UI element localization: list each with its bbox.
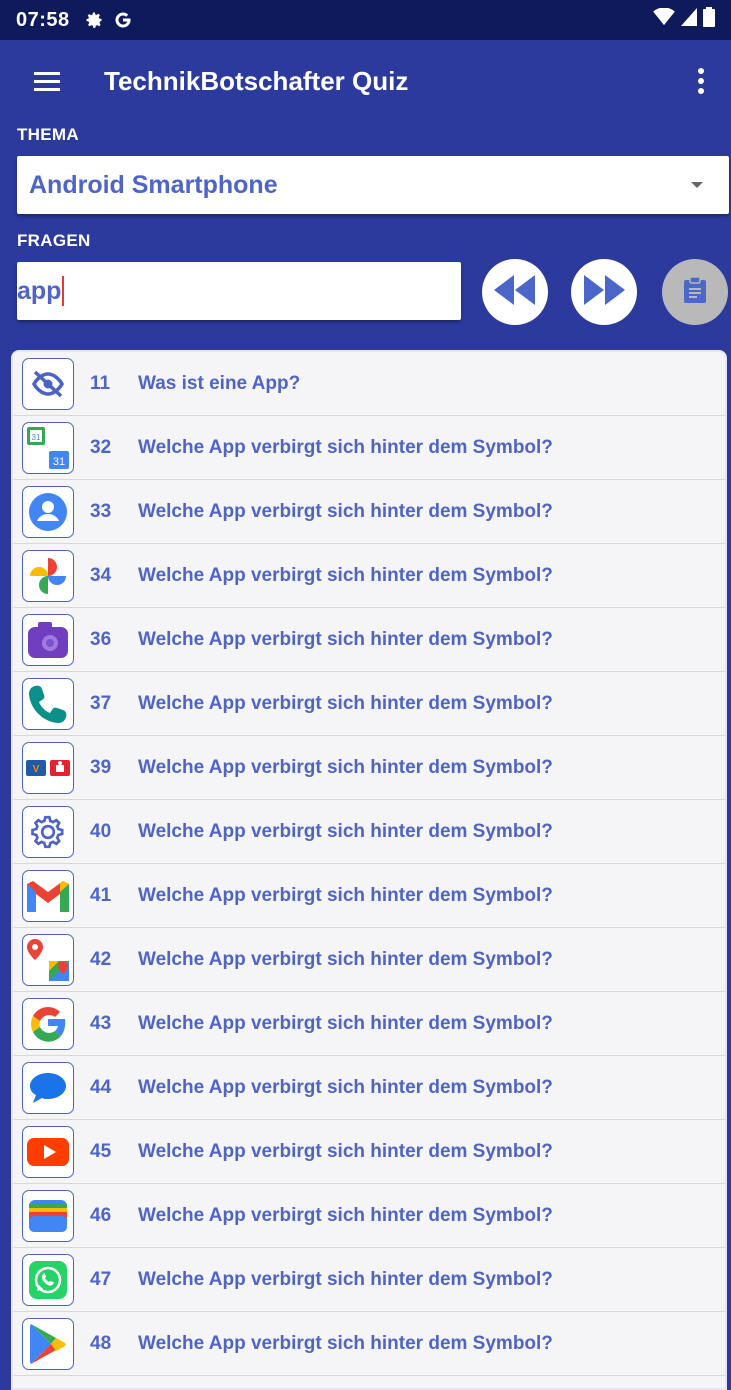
question-number: 34 — [90, 564, 112, 586]
question-number: 43 — [90, 1012, 112, 1034]
calendar-icon: 31 31 — [22, 421, 74, 474]
question-text: Welche App verbirgt sich hinter dem Symb… — [138, 564, 553, 586]
google-g-icon — [114, 11, 132, 29]
question-number: 45 — [90, 1140, 112, 1162]
settings-icon — [22, 805, 74, 858]
banking-icon: V — [22, 741, 74, 794]
clipboard-icon — [684, 275, 706, 308]
app-bar: TechnikBotschafter Quiz — [0, 40, 731, 122]
google-maps-icon — [22, 933, 74, 986]
list-item[interactable]: 45 Welche App verbirgt sich hinter dem Sy… — [13, 1120, 725, 1184]
question-text: Welche App verbirgt sich hinter dem Symb… — [138, 436, 553, 458]
messages-icon — [22, 1061, 74, 1114]
list-item[interactable]: 11 Was ist eine App? — [13, 352, 725, 416]
more-vert-icon[interactable] — [681, 52, 721, 110]
signal-icon — [681, 8, 697, 32]
thema-selected-value: Android Smartphone — [29, 170, 278, 199]
list-item[interactable]: 40 Welche App verbirgt sich hinter dem Sy… — [13, 800, 725, 864]
contacts-icon — [22, 485, 74, 538]
question-number: 44 — [90, 1076, 112, 1098]
question-text: Welche App verbirgt sich hinter dem Symb… — [138, 756, 553, 778]
gmail-icon — [22, 869, 74, 922]
svg-text:31: 31 — [53, 456, 65, 468]
list-item[interactable]: 36 Welche App verbirgt sich hinter dem Sy… — [13, 608, 725, 672]
list-item[interactable]: 34 Welche App verbirgt sich hinter dem Sy… — [13, 544, 725, 608]
battery-icon — [703, 7, 715, 33]
list-item[interactable]: 48 Welche App verbirgt sich hinter dem Sy… — [13, 1312, 725, 1376]
camera-icon — [22, 613, 74, 666]
settings-gear-icon — [84, 10, 104, 30]
google-wallet-icon — [22, 1189, 74, 1242]
fragen-label: FRAGEN — [17, 231, 91, 250]
question-number: 36 — [90, 628, 112, 650]
search-input[interactable]: app — [17, 262, 461, 320]
fast-forward-icon — [583, 274, 625, 310]
question-number: 41 — [90, 884, 112, 906]
question-text: Welche App verbirgt sich hinter dem Symb… — [138, 1012, 553, 1034]
list-item[interactable]: 47 Welche App verbirgt sich hinter dem Sy… — [13, 1248, 725, 1312]
list-item[interactable]: 33 Welche App verbirgt sich hinter dem Sy… — [13, 480, 725, 544]
question-number: 11 — [90, 372, 111, 394]
rewind-icon — [494, 274, 536, 310]
question-number: 39 — [90, 756, 112, 778]
question-number: 47 — [90, 1268, 112, 1290]
svg-text:V: V — [33, 764, 40, 775]
whatsapp-icon — [22, 1253, 74, 1306]
text-cursor — [62, 276, 65, 306]
questions-list[interactable]: 11 Was ist eine App? 31 31 32 Welche App verb… — [11, 350, 727, 1390]
search-value: app — [17, 276, 62, 305]
list-item[interactable]: 46 Welche App verbirgt sich hinter dem Sy… — [13, 1184, 725, 1248]
list-item[interactable]: 41 Welche App verbirgt sich hinter dem Sy… — [13, 864, 725, 928]
chevron-down-icon — [691, 182, 703, 188]
list-item[interactable]: 44 Welche App verbirgt sich hinter dem Sy… — [13, 1056, 725, 1120]
play-store-icon — [22, 1317, 74, 1370]
question-text: Welche App verbirgt sich hinter dem Symb… — [138, 692, 553, 714]
list-item[interactable]: 37 Welche App verbirgt sich hinter dem Sy… — [13, 672, 725, 736]
question-text: Welche App verbirgt sich hinter dem Symb… — [138, 500, 553, 522]
list-item[interactable]: 42 Welche App verbirgt sich hinter dem Sy… — [13, 928, 725, 992]
app-title: TechnikBotschafter Quiz — [104, 65, 409, 96]
question-number: 48 — [90, 1332, 112, 1354]
question-text: Welche App verbirgt sich hinter dem Symb… — [138, 820, 553, 842]
list-item[interactable]: 31 31 32 Welche App verbirgt sich hinter de… — [13, 416, 725, 480]
next-button[interactable] — [571, 259, 637, 325]
question-number: 32 — [90, 436, 112, 458]
question-text: Welche App verbirgt sich hinter dem Symb… — [138, 628, 553, 650]
thema-label: THEMA — [17, 125, 79, 144]
question-number: 37 — [90, 692, 112, 714]
hamburger-menu-icon[interactable] — [18, 52, 76, 110]
eye-off-icon — [22, 357, 74, 410]
question-number: 42 — [90, 948, 112, 970]
question-text: Welche App verbirgt sich hinter dem Symb… — [138, 1332, 553, 1354]
question-text: Welche App verbirgt sich hinter dem Symb… — [138, 948, 553, 970]
question-text: Welche App verbirgt sich hinter dem Symb… — [138, 1204, 553, 1226]
previous-button[interactable] — [482, 259, 548, 325]
list-item[interactable]: 43 Welche App verbirgt sich hinter dem Sy… — [13, 992, 725, 1056]
clipboard-button[interactable] — [662, 259, 728, 325]
question-number: 40 — [90, 820, 112, 842]
phone-icon — [22, 677, 74, 730]
question-text: Welche App verbirgt sich hinter dem Symb… — [138, 1140, 553, 1162]
question-text: Welche App verbirgt sich hinter dem Symb… — [138, 1076, 553, 1098]
thema-select[interactable]: Android Smartphone — [17, 156, 729, 214]
status-bar: 07:58 — [0, 0, 731, 40]
question-number: 46 — [90, 1204, 112, 1226]
wifi-icon — [653, 7, 675, 32]
question-text: Welche App verbirgt sich hinter dem Symb… — [138, 1268, 553, 1290]
question-number: 33 — [90, 500, 112, 522]
status-time: 07:58 — [16, 8, 70, 31]
youtube-icon — [22, 1125, 74, 1178]
question-text: Was ist eine App? — [138, 372, 301, 394]
google-photos-icon — [22, 549, 74, 602]
svg-text:31: 31 — [32, 433, 41, 442]
question-text: Welche App verbirgt sich hinter dem Symb… — [138, 884, 553, 906]
google-icon — [22, 997, 74, 1050]
list-item[interactable]: V 39 Welche App verbirgt sich hinter dem S… — [13, 736, 725, 800]
